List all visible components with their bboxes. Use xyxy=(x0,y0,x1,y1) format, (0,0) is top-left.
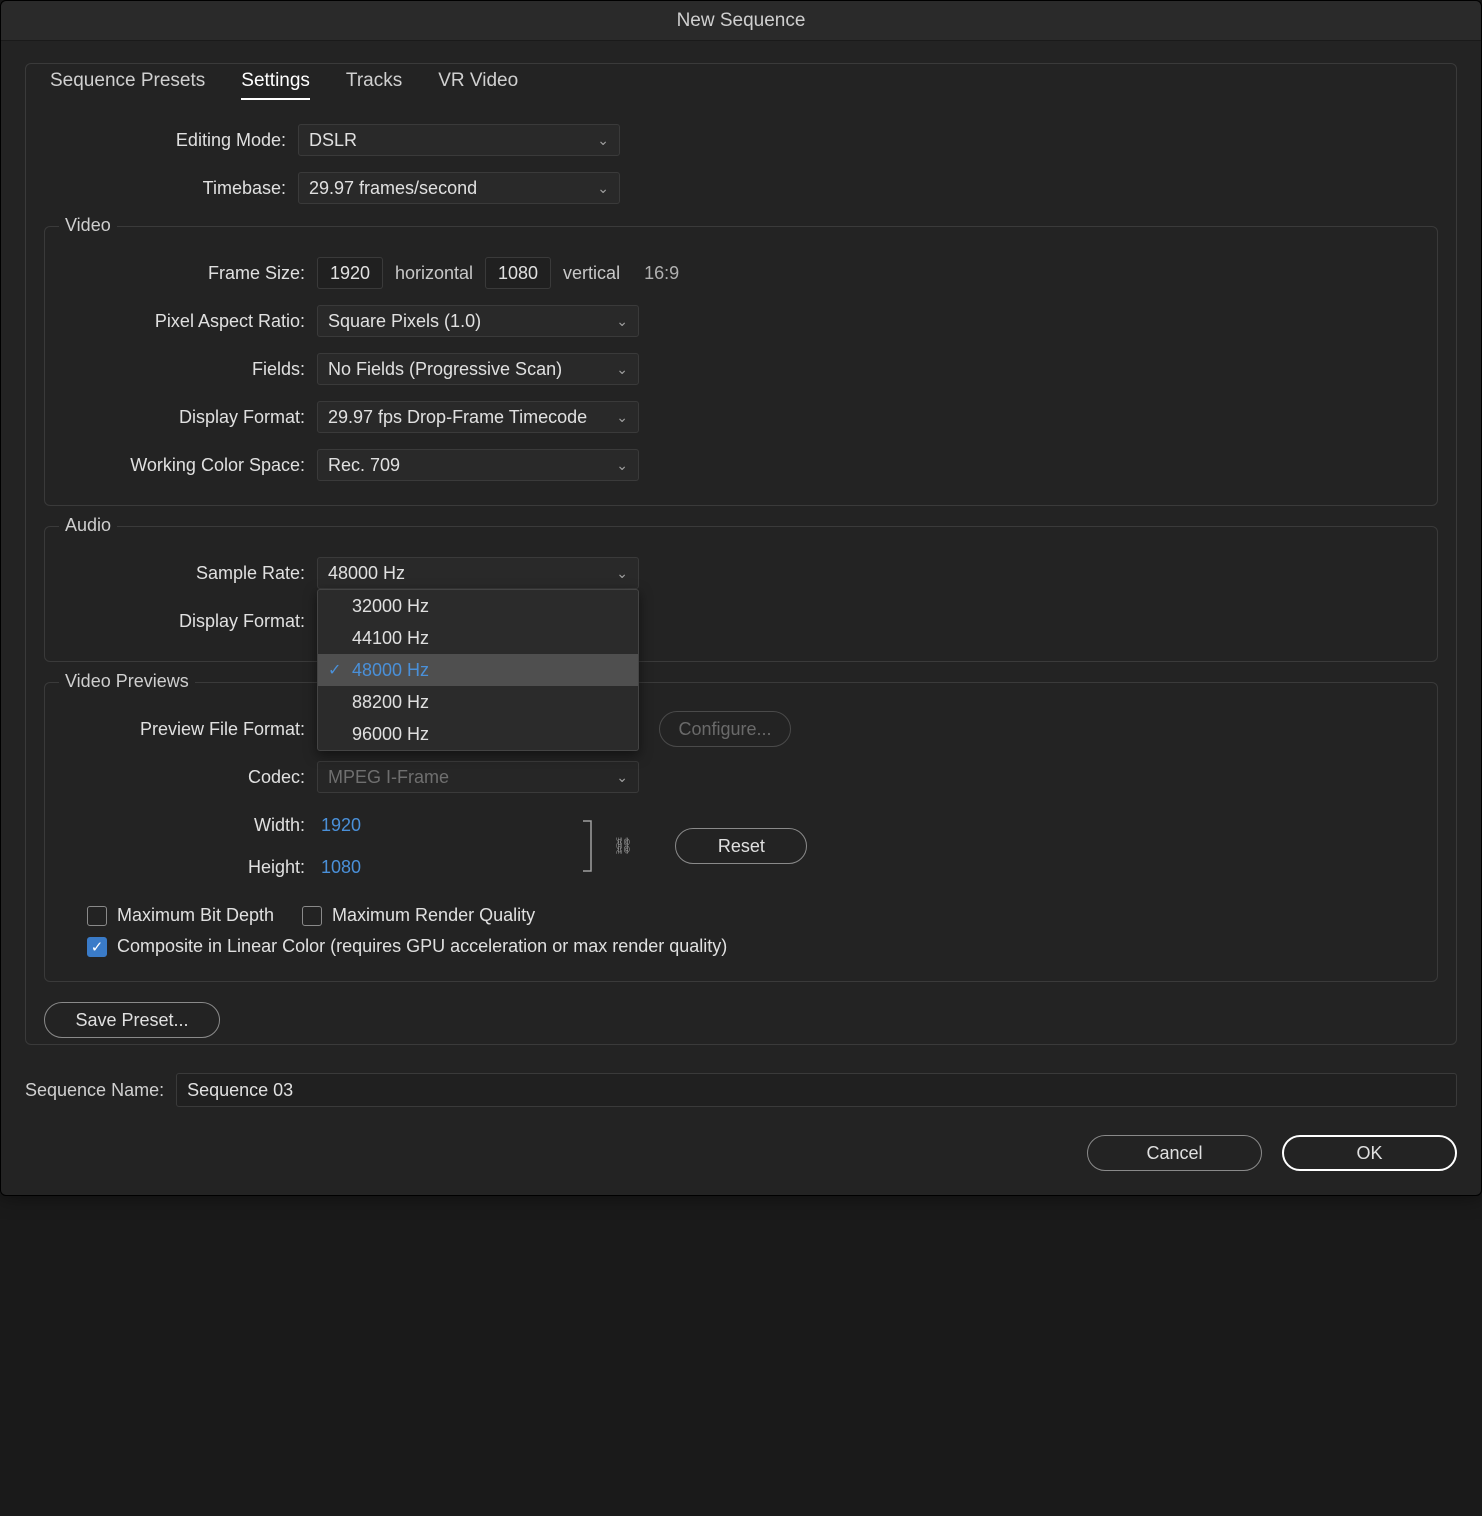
label-preview-height: Height: xyxy=(63,857,317,878)
input-frame-height[interactable] xyxy=(485,257,551,289)
select-working-color-space[interactable]: Rec. 709 ⌄ xyxy=(317,449,639,481)
select-sample-rate[interactable]: 48000 Hz ⌄ xyxy=(317,557,639,589)
label-sequence-name: Sequence Name: xyxy=(25,1080,164,1101)
label-preview-width: Width: xyxy=(63,815,317,836)
bracket-icon xyxy=(581,819,599,873)
audio-group: Audio Sample Rate: 48000 Hz ⌄ Display Fo… xyxy=(44,526,1438,662)
tab-settings[interactable]: Settings xyxy=(241,70,310,100)
label-vertical: vertical xyxy=(563,263,620,284)
reset-button[interactable]: Reset xyxy=(675,828,807,864)
chevron-down-icon: ⌄ xyxy=(616,361,628,378)
label-working-color-space: Working Color Space: xyxy=(63,455,317,476)
dropdown-option-48000[interactable]: ✓ 48000 Hz xyxy=(318,654,638,686)
video-previews-group: Video Previews Preview File Format: Conf… xyxy=(44,682,1438,982)
input-frame-width[interactable] xyxy=(317,257,383,289)
configure-button[interactable]: Configure... xyxy=(659,711,791,747)
checkbox-max-render-quality[interactable] xyxy=(302,906,322,926)
settings-group: Sequence Presets Settings Tracks VR Vide… xyxy=(25,63,1457,1045)
tabs: Sequence Presets Settings Tracks VR Vide… xyxy=(44,70,1438,100)
select-video-display-format-value: 29.97 fps Drop-Frame Timecode xyxy=(328,407,587,428)
label-codec: Codec: xyxy=(63,767,317,788)
tab-tracks[interactable]: Tracks xyxy=(346,70,402,100)
dropdown-option-88200[interactable]: 88200 Hz xyxy=(318,686,638,718)
label-sample-rate: Sample Rate: xyxy=(63,563,317,584)
select-wcs-value: Rec. 709 xyxy=(328,455,400,476)
select-video-display-format[interactable]: 29.97 fps Drop-Frame Timecode ⌄ xyxy=(317,401,639,433)
new-sequence-dialog: New Sequence Sequence Presets Settings T… xyxy=(0,0,1482,1196)
label-max-render-quality: Maximum Render Quality xyxy=(332,905,535,926)
select-codec-value: MPEG I-Frame xyxy=(328,767,449,788)
label-pixel-aspect: Pixel Aspect Ratio: xyxy=(63,311,317,332)
check-icon: ✓ xyxy=(328,660,341,680)
label-max-bit-depth: Maximum Bit Depth xyxy=(117,905,274,926)
label-composite-linear: Composite in Linear Color (requires GPU … xyxy=(117,936,727,957)
select-fields[interactable]: No Fields (Progressive Scan) ⌄ xyxy=(317,353,639,385)
label-fields: Fields: xyxy=(63,359,317,380)
dropdown-option-44100[interactable]: 44100 Hz xyxy=(318,622,638,654)
video-group: Video Frame Size: horizontal vertical 16… xyxy=(44,226,1438,506)
select-editing-mode-value: DSLR xyxy=(309,130,357,151)
select-sample-rate-value: 48000 Hz xyxy=(328,563,405,584)
select-codec: MPEG I-Frame ⌄ xyxy=(317,761,639,793)
label-preview-file-format: Preview File Format: xyxy=(63,719,317,740)
select-timebase-value: 29.97 frames/second xyxy=(309,178,477,199)
chevron-down-icon: ⌄ xyxy=(616,313,628,330)
chevron-down-icon: ⌄ xyxy=(597,180,609,197)
chain-link-icon[interactable]: ⛓ xyxy=(613,836,633,856)
legend-audio: Audio xyxy=(59,515,117,536)
select-pixel-aspect[interactable]: Square Pixels (1.0) ⌄ xyxy=(317,305,639,337)
tab-sequence-presets[interactable]: Sequence Presets xyxy=(50,70,205,100)
dialog-title: New Sequence xyxy=(677,10,806,32)
chevron-down-icon: ⌄ xyxy=(597,132,609,149)
select-editing-mode[interactable]: DSLR ⌄ xyxy=(298,124,620,156)
select-timebase[interactable]: 29.97 frames/second ⌄ xyxy=(298,172,620,204)
input-sequence-name[interactable] xyxy=(176,1073,1457,1107)
label-timebase: Timebase: xyxy=(44,178,298,199)
select-pixel-aspect-value: Square Pixels (1.0) xyxy=(328,311,481,332)
legend-video-previews: Video Previews xyxy=(59,671,195,692)
preview-width-value[interactable]: 1920 xyxy=(321,815,361,836)
chevron-down-icon: ⌄ xyxy=(616,409,628,426)
preview-height-value[interactable]: 1080 xyxy=(321,857,361,878)
sample-rate-dropdown[interactable]: 32000 Hz 44100 Hz ✓ 48000 Hz 88200 Hz 96… xyxy=(317,589,639,751)
label-frame-size: Frame Size: xyxy=(63,263,317,284)
dialog-titlebar: New Sequence xyxy=(1,1,1481,41)
cancel-button[interactable]: Cancel xyxy=(1087,1135,1262,1171)
tab-vr-video[interactable]: VR Video xyxy=(438,70,518,100)
chevron-down-icon: ⌄ xyxy=(616,457,628,474)
select-fields-value: No Fields (Progressive Scan) xyxy=(328,359,562,380)
label-aspect-ratio: 16:9 xyxy=(644,263,679,284)
dropdown-option-32000[interactable]: 32000 Hz xyxy=(318,590,638,622)
label-audio-display-format: Display Format: xyxy=(63,611,317,632)
checkbox-composite-linear[interactable]: ✓ xyxy=(87,937,107,957)
checkbox-max-bit-depth[interactable] xyxy=(87,906,107,926)
legend-video: Video xyxy=(59,215,117,236)
ok-button[interactable]: OK xyxy=(1282,1135,1457,1171)
chevron-down-icon: ⌄ xyxy=(616,565,628,582)
chevron-down-icon: ⌄ xyxy=(616,769,628,786)
label-video-display-format: Display Format: xyxy=(63,407,317,428)
dropdown-option-96000[interactable]: 96000 Hz xyxy=(318,718,638,750)
save-preset-button[interactable]: Save Preset... xyxy=(44,1002,220,1038)
label-editing-mode: Editing Mode: xyxy=(44,130,298,151)
label-horizontal: horizontal xyxy=(395,263,473,284)
